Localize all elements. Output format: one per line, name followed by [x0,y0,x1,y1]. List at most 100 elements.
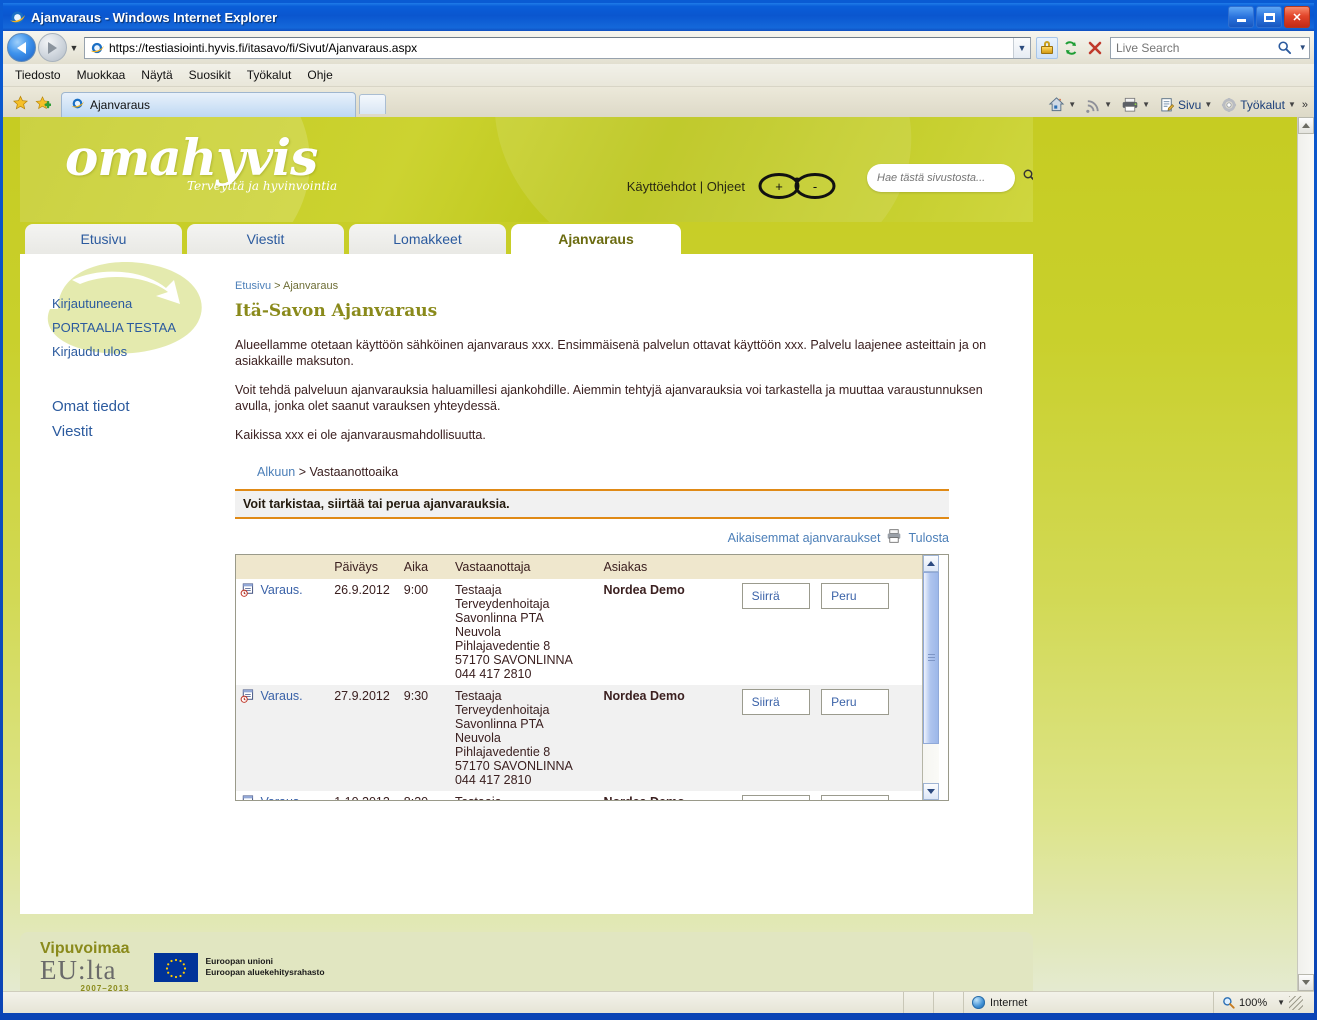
forward-button[interactable] [38,33,67,62]
site-search-icon[interactable] [1022,168,1033,188]
breadcrumb: Etusivu > Ajanvaraus [235,280,1003,292]
close-button[interactable]: ✕ [1284,6,1310,28]
print-icon[interactable] [886,528,902,547]
notice-bar: Voit tarkistaa, siirtää tai perua ajanva… [235,489,949,519]
page-title: Itä-Savon Ajanvaraus [235,301,438,321]
address-bar[interactable]: https://testiasiointi.hyvis.fi/itasavo/f… [84,36,1031,59]
menu-item-favorites[interactable]: Suosikit [189,68,231,82]
ssl-lock-icon [1041,41,1053,54]
live-search-input[interactable] [1111,39,1273,56]
appointment-provider: Testaaja Terveydenhoitaja Savonlinna PTA… [450,685,600,791]
add-to-favorites-icon[interactable] [31,92,53,114]
sub-breadcrumb-home-link[interactable]: Alkuun [257,465,295,479]
scroll-track[interactable] [923,572,939,783]
favorites-center-icon[interactable] [9,92,31,114]
zoom-dropdown-icon[interactable]: ▼ [1277,998,1285,1007]
tools-menu-dropdown-icon[interactable]: ▼ [1288,100,1296,109]
menu-item-edit[interactable]: Muokkaa [77,68,126,82]
browser-tab-ajanvaraus[interactable]: Ajanvaraus [61,92,356,117]
search-provider-dropdown-icon[interactable]: ▼ [1296,38,1309,58]
menu-item-file[interactable]: Tiedosto [15,68,61,82]
appointment-actions: Siirrä Peru [738,791,922,800]
maximize-button[interactable] [1256,6,1282,28]
page-scroll-track[interactable] [1298,134,1314,974]
move-button[interactable]: Siirrä [741,689,810,715]
resize-grip[interactable] [1289,995,1304,1010]
site-logo[interactable]: omahyvis Terveyttä ja hyvinvointia [65,128,337,194]
home-button[interactable]: ▼ [1045,96,1079,113]
eulta-text: EU:lta [40,955,117,985]
vipuvoimaa-logo: Vipuvoimaa EU:lta 2007–2013 [40,941,130,992]
site-search-input[interactable] [875,171,1022,185]
move-button[interactable]: Siirrä [741,795,810,800]
security-zone[interactable]: Internet [964,992,1214,1013]
appointment-link[interactable]: Varaus. [256,579,330,685]
menu-item-help[interactable]: Ohje [307,68,332,82]
scroll-up-button[interactable] [923,555,939,572]
breadcrumb-home-link[interactable]: Etusivu [235,280,271,292]
col-time: Aika [399,555,451,579]
eu-line-2: Euroopan aluekehitysrahasto [205,967,325,977]
logo-text: omahyvis [65,128,318,187]
minimize-button[interactable] [1228,6,1254,28]
stop-button[interactable] [1084,37,1106,59]
nav-tab-ajanvaraus[interactable]: Ajanvaraus [511,224,681,254]
header-links[interactable]: Käyttöehdot | Ohjeet [627,179,745,194]
tools-menu-button[interactable]: Työkalut ▼ [1218,97,1299,113]
address-dropdown-icon[interactable]: ▼ [1013,37,1030,58]
print-link[interactable]: Tulosta [908,531,949,545]
globe-icon [972,996,985,1009]
move-button[interactable]: Siirrä [741,583,810,609]
back-button[interactable] [7,33,36,62]
page-scroll-down-button[interactable] [1298,974,1314,991]
menu-item-view[interactable]: Näytä [141,68,172,82]
cancel-button[interactable]: Peru [821,795,890,800]
page-scroll-up-button[interactable] [1298,117,1314,134]
earlier-appointments-link[interactable]: Aikaisemmat ajanvaraukset [728,531,881,545]
feeds-button[interactable]: ▼ [1082,97,1115,113]
nav-tab-viestit[interactable]: Viestit [187,224,344,254]
svg-text:-: - [813,179,817,194]
glasses-text-size-icon[interactable]: + - [758,169,836,208]
command-bar-overflow-icon[interactable]: » [1302,99,1308,111]
refresh-icon [1065,40,1077,55]
menu-item-tools[interactable]: Työkalut [247,68,292,82]
sidebar-item-omat-tiedot[interactable]: Omat tiedot [52,394,235,419]
col-customer: Asiakas [599,555,738,579]
nav-tab-lomakkeet[interactable]: Lomakkeet [349,224,506,254]
table-scrollbar[interactable] [922,555,939,800]
table-row: Varaus. 27.9.2012 9:30 Testaaja Terveyde… [236,685,922,791]
page-scrollbar[interactable] [1297,117,1314,991]
tab-title: Ajanvaraus [90,98,151,112]
sidebar-logout-link[interactable]: Kirjaudu ulos [52,340,235,364]
intro-paragraph-3: Kaikissa xxx ei ole ajanvarausmahdollisu… [235,428,486,442]
refresh-button[interactable] [1060,37,1082,59]
zoom-control[interactable]: 100% ▼ [1214,992,1314,1013]
home-dropdown-icon[interactable]: ▼ [1068,100,1076,109]
history-dropdown-icon[interactable]: ▼ [67,43,81,53]
site-search-box[interactable] [867,164,1033,192]
scroll-down-button[interactable] [923,783,939,800]
tab-bar: Ajanvaraus ▼ ▼ ▼ Sivu ▼ Työkalut ▼ » [3,87,1314,117]
security-lock-button[interactable] [1036,36,1058,59]
sidebar-item-viestit[interactable]: Viestit [52,419,235,444]
print-dropdown-icon[interactable]: ▼ [1142,100,1150,109]
appointment-link[interactable]: Varaus. [256,685,331,791]
print-button[interactable]: ▼ [1118,96,1153,113]
col-link [256,555,331,579]
live-search-box[interactable]: ▼ [1110,36,1310,59]
new-tab-button[interactable] [359,94,386,114]
appointment-link[interactable]: Varaus. [256,791,330,800]
search-icon[interactable] [1273,38,1296,58]
cancel-button[interactable]: Peru [821,689,890,715]
sidebar-status: Kirjautuneena [52,296,133,311]
site-header: omahyvis Terveyttä ja hyvinvointia Käytt… [20,117,1033,222]
page-menu-dropdown-icon[interactable]: ▼ [1204,100,1212,109]
page-menu-button[interactable]: Sivu ▼ [1156,97,1215,113]
feeds-dropdown-icon[interactable]: ▼ [1104,100,1112,109]
scroll-thumb[interactable] [923,572,939,744]
nav-tab-etusivu[interactable]: Etusivu [25,224,182,254]
page-menu-label: Sivu [1177,97,1202,112]
cancel-button[interactable]: Peru [821,583,890,609]
